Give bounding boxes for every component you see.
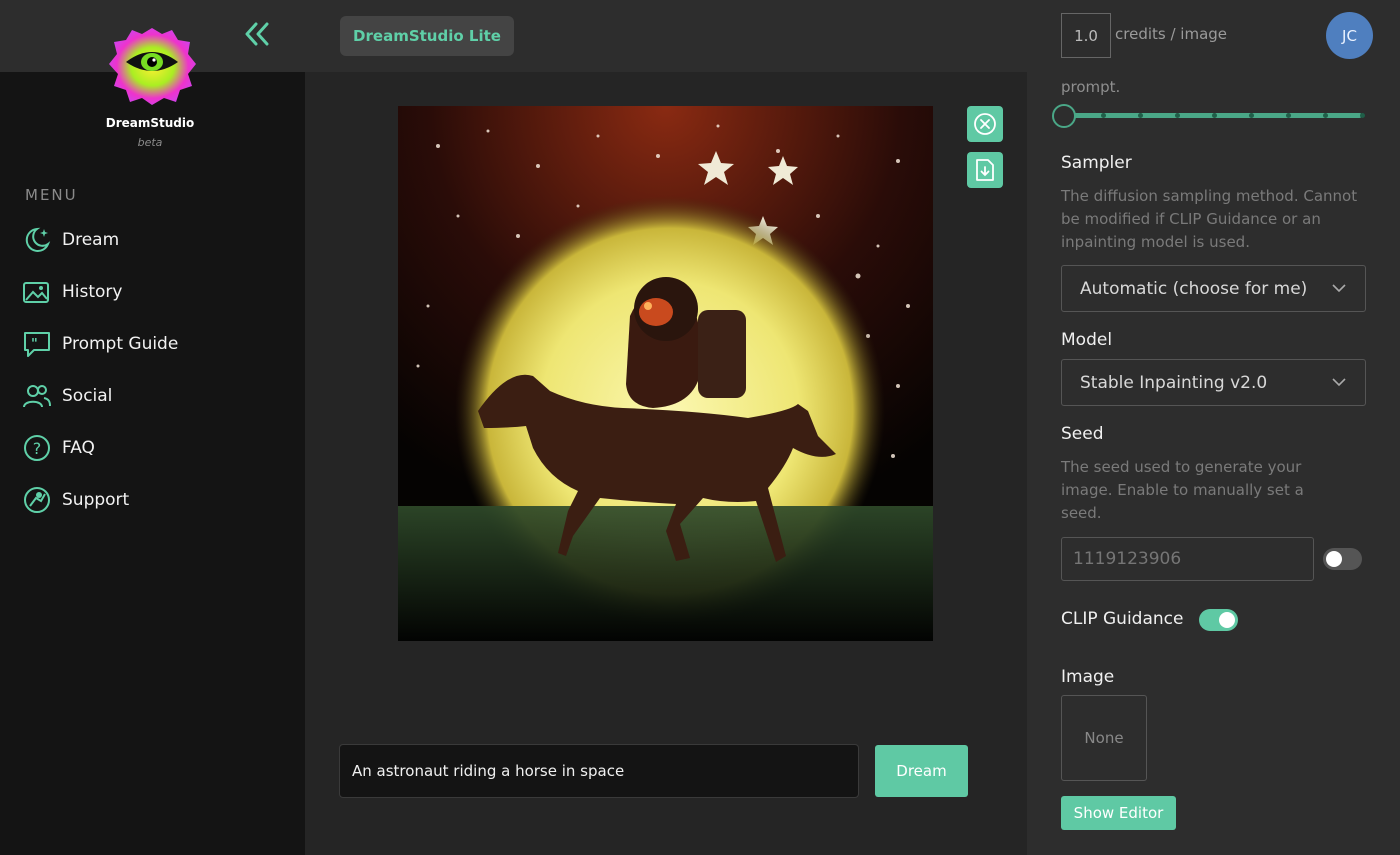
clip-guidance-label: CLIP Guidance [1061,609,1184,629]
sidebar-item-prompt-guide[interactable]: " Prompt Guide [22,327,282,361]
slider-tick [1175,113,1180,118]
slider-tick [1323,113,1328,118]
sidebar: DreamStudio beta MENU Dream History " Pr… [0,0,305,855]
credits-value: 1.0 [1061,13,1111,58]
sidebar-item-support[interactable]: Support [22,483,282,517]
truncated-description: prompt. [1061,78,1121,96]
sidebar-item-history[interactable]: History [22,275,282,309]
image-heading: Image [1061,667,1115,687]
model-heading: Model [1061,330,1113,350]
seed-input[interactable] [1061,537,1314,581]
svg-text:?: ? [33,439,42,458]
chevron-down-icon [1332,378,1346,387]
sampler-heading: Sampler [1061,153,1132,173]
close-circle-icon [974,113,996,135]
slider-tick [1249,113,1254,118]
show-editor-button[interactable]: Show Editor [1061,796,1176,830]
sidebar-item-label: Support [62,490,130,510]
svg-text:": " [31,337,38,352]
sidebar-item-dream[interactable]: Dream [22,223,282,257]
sidebar-item-faq[interactable]: ? FAQ [22,431,282,465]
menu-heading: MENU [25,186,78,204]
toggle-knob [1326,551,1342,567]
avatar[interactable]: JC [1326,12,1373,59]
sampler-selected: Automatic (choose for me) [1080,278,1308,299]
seed-toggle[interactable] [1323,548,1362,570]
model-select[interactable]: Stable Inpainting v2.0 [1061,359,1366,406]
clip-guidance-toggle[interactable] [1199,609,1238,631]
slider-handle[interactable] [1052,104,1076,128]
slider-tick [1212,113,1217,118]
seed-description: The seed used to generate your image. En… [1061,458,1304,522]
sidebar-item-label: FAQ [62,438,95,458]
chevron-down-icon [1332,284,1346,293]
slider-tick [1286,113,1291,118]
credits-label: credits / image [1115,25,1228,43]
sidebar-item-label: Prompt Guide [62,334,179,354]
question-circle-icon: ? [24,435,50,461]
slider-tick [1360,113,1365,118]
image-gallery-icon [23,282,49,303]
users-icon [23,385,51,408]
seed-heading: Seed [1061,424,1104,444]
astronaut-horse-image [398,106,933,641]
file-download-icon [976,159,994,181]
sampler-select[interactable]: Automatic (choose for me) [1061,265,1366,312]
app-title: DreamStudio Lite [340,16,514,56]
dreamstudio-logo [109,28,196,105]
close-image-button[interactable] [967,106,1003,142]
brand-name: DreamStudio [105,116,195,130]
dream-button[interactable]: Dream [875,745,968,797]
brand-tag: beta [137,136,163,149]
download-image-button[interactable] [967,152,1003,188]
sidebar-item-label: Social [62,386,113,406]
moon-stars-icon [25,227,51,252]
model-selected: Stable Inpainting v2.0 [1080,372,1268,393]
sidebar-item-label: Dream [62,230,120,250]
generated-image[interactable] [398,106,933,641]
toggle-knob [1219,612,1235,628]
slider-tick [1101,113,1106,118]
prompt-input[interactable] [339,744,859,798]
sidebar-item-social[interactable]: Social [22,379,282,413]
slider-tick [1138,113,1143,118]
collapse-sidebar-icon[interactable] [244,20,270,48]
sidebar-item-label: History [62,282,123,302]
support-icon [24,487,50,513]
init-image-box[interactable]: None [1061,695,1147,781]
sampler-description: The diffusion sampling method. Cannot be… [1061,187,1358,251]
quote-bubble-icon: " [24,332,50,357]
